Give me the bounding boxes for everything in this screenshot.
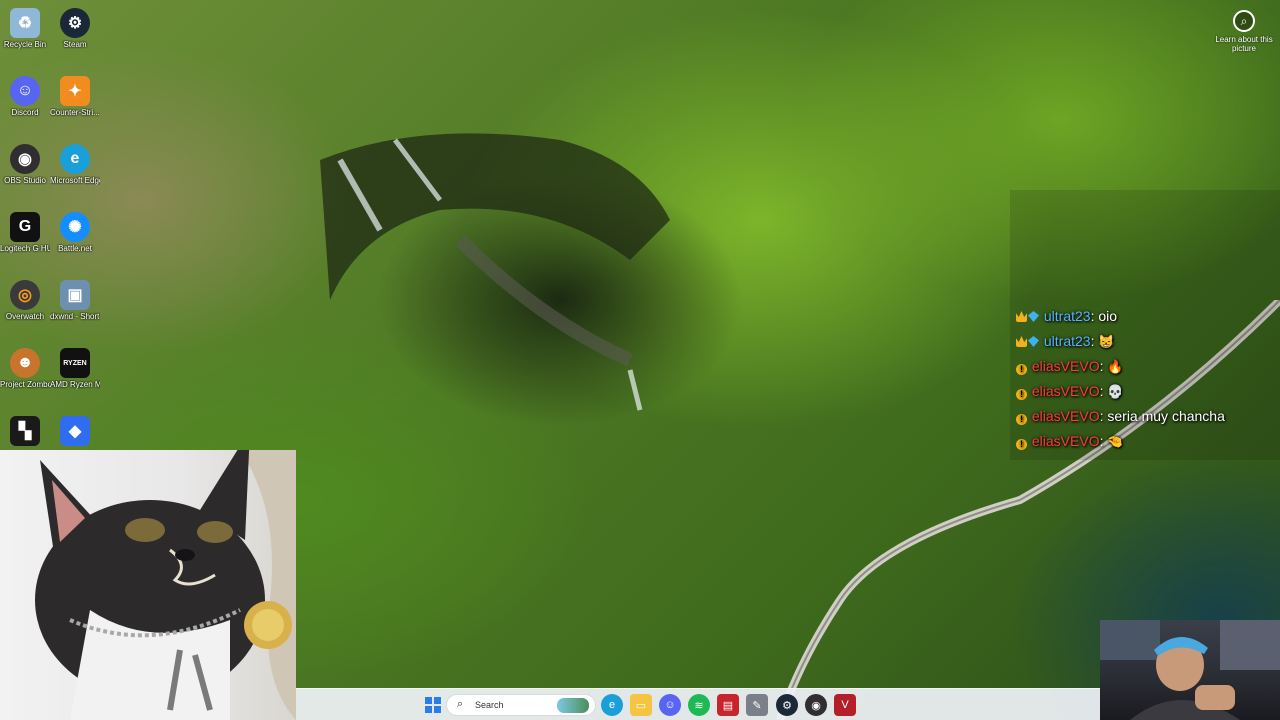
chat-username: ultrat23 [1043,308,1091,324]
chat-text: : seria muy chancha [1099,408,1225,424]
file-explorer-icon: ▭ [635,699,647,712]
desktop-icon-discord[interactable]: ☺ Discord [0,72,50,138]
streamer-webcam [1100,620,1280,720]
obs-icon: ◉ [811,699,821,712]
desktop-icon-edge[interactable]: e Microsoft Edge [50,140,100,206]
waterfall-scenery [320,133,670,411]
logitech-icon: G [10,212,40,242]
red-app-icon: ▤ [722,699,734,712]
warning-badge-icon: ! [1016,389,1027,400]
chat-message: ! eliasVEVO: 🔥 [1016,356,1225,381]
crown-badge-icon [1016,311,1027,322]
taskbar-spotify[interactable]: ≋ [688,694,710,716]
taskbar-edge[interactable]: e [601,694,623,716]
taskbar-steam[interactable]: ⚙ [776,694,798,716]
search-placeholder: Search [475,700,504,710]
taskbar-valorant[interactable]: V [834,694,856,716]
ryzen-icon: RYZEN [60,348,90,378]
cat-emote-icon: 😸 [1098,334,1115,349]
obs-icon: ◉ [10,144,40,174]
desktop-icon-obs[interactable]: ◉ OBS Studio [0,140,50,206]
taskbar-file-explorer[interactable]: ▭ [630,694,652,716]
chat-username: ultrat23 [1043,333,1091,349]
taskbar-tool-app[interactable]: ✎ [746,694,768,716]
desktop-icon-counter-strike[interactable]: ✦ Counter-Stri... 2 [50,72,100,138]
edge-icon: e [60,144,90,174]
desktop-icon-steam[interactable]: ⚙ Steam [50,4,100,70]
pinch-emote-icon: 🤏 [1107,434,1124,449]
chat-username: eliasVEVO [1031,358,1100,374]
prime-badge-icon [1028,311,1039,322]
warning-badge-icon: ! [1016,364,1027,375]
battlenet-icon: ✺ [60,212,90,242]
crown-badge-icon [1016,336,1027,347]
chat-message: ultrat23: oio [1016,306,1225,331]
windows-start-button[interactable] [422,694,444,716]
chat-text: : oio [1090,308,1118,324]
zomboid-icon: ☻ [10,348,40,378]
chat-message: ultrat23: 😸 [1016,331,1225,356]
chat-username: eliasVEVO [1031,383,1100,399]
desktop-icon-logitech[interactable]: G Logitech G HUB [0,208,50,274]
cat-avatar [35,450,296,720]
taskbar-obs[interactable]: ◉ [805,694,827,716]
prime-badge-icon [1028,336,1039,347]
counter-strike-icon: ✦ [60,76,90,106]
roblox-studio-icon: ▚ [10,416,40,446]
valorant-icon: V [841,699,849,711]
cat-avatar-webcam [0,450,296,720]
search-highlight-icon [557,698,589,713]
desktop-icon-recycle-bin[interactable]: ♻ Recycle Bin [0,4,50,70]
skull-emote-icon: 💀 [1107,384,1124,399]
steam-icon: ⚙ [60,8,90,38]
dxwnd-icon: ▣ [60,280,90,310]
learn-about-picture[interactable]: ⌕ Learn about this picture [1214,10,1274,53]
edge-icon: e [608,699,616,711]
warning-badge-icon: ! [1016,439,1027,450]
camera-icon: ⌕ [1233,10,1255,32]
taskbar-discord[interactable]: ☺ [659,694,681,716]
chat-username: eliasVEVO [1031,408,1100,424]
chat-overlay: ultrat23: oio ultrat23: 😸 ! eliasVEVO: 🔥… [1016,306,1225,456]
fire-emote-icon: 🔥 [1107,359,1124,374]
discord-icon: ☺ [10,76,40,106]
windows-start-icon [425,697,441,713]
chat-message: ! eliasVEVO: 🤏 [1016,431,1225,456]
search-icon: ⌕ [457,698,464,710]
desktop-icon-battlenet[interactable]: ✺ Battle.net [50,208,100,274]
streamer-figure [1100,620,1280,720]
taskbar: ⌕ Search e ▭ ☺ ≋ ▤ ✎ ⚙ ◉ V [296,688,1100,720]
desktop-icon-ryzen[interactable]: RYZEN AMD Ryzen Master [50,344,100,410]
taskbar-search[interactable]: ⌕ Search [446,694,596,716]
chat-username: eliasVEVO [1031,433,1100,449]
steam-icon: ⚙ [782,699,792,712]
recycle-bin-icon: ♻ [10,8,40,38]
desktop-icon-zomboid[interactable]: ☻ Project Zomboid [0,344,50,410]
taskbar-red-app[interactable]: ▤ [717,694,739,716]
overwatch-icon: ◎ [10,280,40,310]
roblox-icon: ◆ [60,416,90,446]
discord-icon: ☺ [664,699,676,711]
chat-message: ! eliasVEVO: 💀 [1016,381,1225,406]
spotify-icon: ≋ [694,699,704,712]
chat-message: ! eliasVEVO: seria muy chancha [1016,406,1225,431]
tool-app-icon: ✎ [752,699,762,712]
desktop-icon-overwatch[interactable]: ◎ Overwatch [0,276,50,342]
warning-badge-icon: ! [1016,414,1027,425]
desktop-icon-dxwnd[interactable]: ▣ dxwnd - Shortcut [50,276,100,342]
